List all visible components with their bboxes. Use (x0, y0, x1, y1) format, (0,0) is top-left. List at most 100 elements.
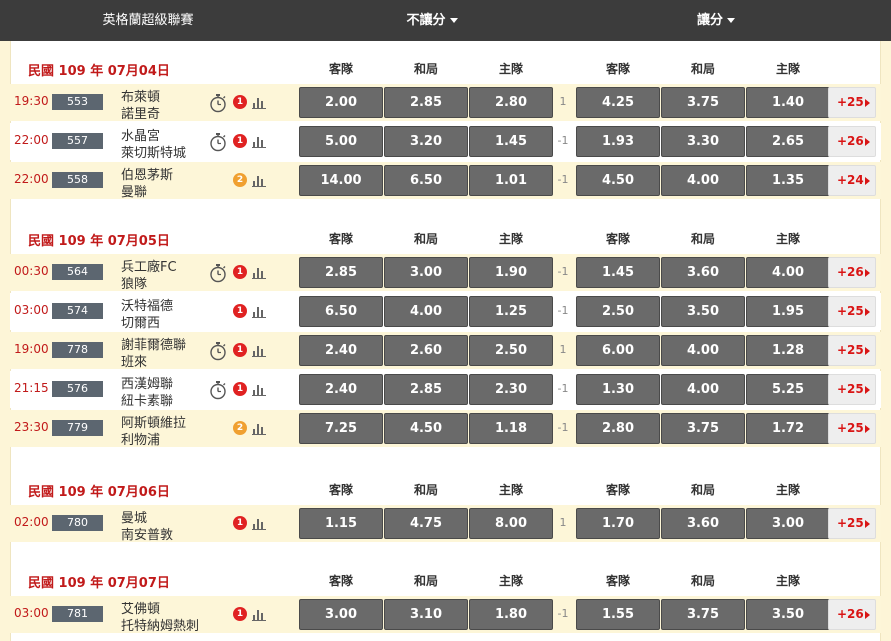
odds-away-button[interactable]: 3.00 (299, 599, 383, 630)
odds-home-button[interactable]: 1.80 (469, 599, 553, 630)
home-team-name[interactable]: 托特納姆熱刺 (121, 615, 199, 634)
handicap-away-button[interactable]: 4.25 (576, 87, 660, 118)
stopwatch-icon[interactable] (209, 263, 227, 283)
odds-draw-button[interactable]: 2.85 (384, 87, 468, 118)
no-handicap-tab[interactable]: 不讓分 (372, 0, 492, 41)
handicap-draw-button[interactable]: 3.75 (661, 599, 745, 630)
match-number[interactable]: 781 (52, 606, 103, 622)
stats-chart-icon[interactable] (251, 420, 267, 436)
match-number[interactable]: 778 (52, 342, 103, 358)
handicap-away-button[interactable]: 2.80 (576, 413, 660, 444)
handicap-away-button[interactable]: 1.93 (576, 126, 660, 157)
match-number[interactable]: 564 (52, 264, 103, 280)
stopwatch-icon[interactable] (209, 380, 227, 400)
handicap-draw-button[interactable]: 3.30 (661, 126, 745, 157)
stats-chart-icon[interactable] (251, 172, 267, 188)
stopwatch-icon[interactable] (209, 93, 227, 113)
handicap-draw-button[interactable]: 3.50 (661, 296, 745, 327)
handicap-home-button[interactable]: 1.35 (746, 165, 830, 196)
handicap-draw-button[interactable]: 3.75 (661, 413, 745, 444)
odds-away-button[interactable]: 2.00 (299, 87, 383, 118)
home-team-name[interactable]: 紐卡素聯 (121, 390, 173, 409)
odds-home-button[interactable]: 1.45 (469, 126, 553, 157)
odds-draw-button[interactable]: 2.85 (384, 374, 468, 405)
more-bets-button[interactable]: +26 (828, 257, 876, 288)
stats-chart-icon[interactable] (251, 94, 267, 110)
handicap-home-button[interactable]: 1.72 (746, 413, 830, 444)
more-bets-button[interactable]: +24 (828, 165, 876, 196)
odds-draw-button[interactable]: 4.00 (384, 296, 468, 327)
odds-away-button[interactable]: 2.40 (299, 335, 383, 366)
match-number[interactable]: 779 (52, 420, 103, 436)
match-number[interactable]: 574 (52, 303, 103, 319)
more-bets-button[interactable]: +25 (828, 87, 876, 118)
odds-away-button[interactable]: 2.85 (299, 257, 383, 288)
handicap-home-button[interactable]: 3.00 (746, 508, 830, 539)
handicap-home-button[interactable]: 1.40 (746, 87, 830, 118)
handicap-away-button[interactable]: 4.50 (576, 165, 660, 196)
handicap-home-button[interactable]: 5.25 (746, 374, 830, 405)
handicap-home-button[interactable]: 3.50 (746, 599, 830, 630)
odds-home-button[interactable]: 1.01 (469, 165, 553, 196)
stopwatch-icon[interactable] (209, 132, 227, 152)
handicap-away-button[interactable]: 6.00 (576, 335, 660, 366)
match-number[interactable]: 780 (52, 515, 103, 531)
stats-chart-icon[interactable] (251, 264, 267, 280)
odds-draw-button[interactable]: 6.50 (384, 165, 468, 196)
odds-away-button[interactable]: 1.15 (299, 508, 383, 539)
more-bets-button[interactable]: +25 (828, 296, 876, 327)
odds-draw-button[interactable]: 3.10 (384, 599, 468, 630)
odds-home-button[interactable]: 8.00 (469, 508, 553, 539)
odds-home-button[interactable]: 2.30 (469, 374, 553, 405)
handicap-draw-button[interactable]: 3.75 (661, 87, 745, 118)
home-team-name[interactable]: 狼隊 (121, 273, 147, 292)
home-team-name[interactable]: 班來 (121, 351, 147, 370)
match-number[interactable]: 557 (52, 133, 103, 149)
odds-home-button[interactable]: 1.25 (469, 296, 553, 327)
match-number[interactable]: 576 (52, 381, 103, 397)
stats-chart-icon[interactable] (251, 133, 267, 149)
odds-away-button[interactable]: 7.25 (299, 413, 383, 444)
odds-home-button[interactable]: 1.90 (469, 257, 553, 288)
more-bets-button[interactable]: +26 (828, 599, 876, 630)
handicap-away-button[interactable]: 1.30 (576, 374, 660, 405)
handicap-draw-button[interactable]: 4.00 (661, 335, 745, 366)
odds-home-button[interactable]: 1.18 (469, 413, 553, 444)
odds-home-button[interactable]: 2.80 (469, 87, 553, 118)
match-number[interactable]: 558 (52, 172, 103, 188)
handicap-draw-button[interactable]: 3.60 (661, 508, 745, 539)
handicap-draw-button[interactable]: 3.60 (661, 257, 745, 288)
odds-draw-button[interactable]: 3.00 (384, 257, 468, 288)
home-team-name[interactable]: 南安普敦 (121, 524, 173, 543)
handicap-away-button[interactable]: 1.70 (576, 508, 660, 539)
odds-draw-button[interactable]: 4.75 (384, 508, 468, 539)
odds-away-button[interactable]: 14.00 (299, 165, 383, 196)
handicap-tab[interactable]: 讓分 (656, 0, 776, 41)
match-number[interactable]: 553 (52, 94, 103, 110)
odds-draw-button[interactable]: 2.60 (384, 335, 468, 366)
handicap-draw-button[interactable]: 4.00 (661, 165, 745, 196)
stats-chart-icon[interactable] (251, 381, 267, 397)
odds-draw-button[interactable]: 3.20 (384, 126, 468, 157)
handicap-away-button[interactable]: 1.55 (576, 599, 660, 630)
handicap-home-button[interactable]: 1.28 (746, 335, 830, 366)
handicap-away-button[interactable]: 1.45 (576, 257, 660, 288)
stopwatch-icon[interactable] (209, 341, 227, 361)
home-team-name[interactable]: 萊切斯特城 (121, 142, 186, 161)
odds-home-button[interactable]: 2.50 (469, 335, 553, 366)
more-bets-button[interactable]: +25 (828, 413, 876, 444)
home-team-name[interactable]: 曼聯 (121, 181, 147, 200)
handicap-draw-button[interactable]: 4.00 (661, 374, 745, 405)
stats-chart-icon[interactable] (251, 342, 267, 358)
more-bets-button[interactable]: +25 (828, 374, 876, 405)
more-bets-button[interactable]: +25 (828, 508, 876, 539)
odds-away-button[interactable]: 5.00 (299, 126, 383, 157)
stats-chart-icon[interactable] (251, 606, 267, 622)
handicap-home-button[interactable]: 2.65 (746, 126, 830, 157)
handicap-away-button[interactable]: 2.50 (576, 296, 660, 327)
more-bets-button[interactable]: +25 (828, 335, 876, 366)
more-bets-button[interactable]: +26 (828, 126, 876, 157)
home-team-name[interactable]: 切爾西 (121, 312, 160, 331)
handicap-home-button[interactable]: 4.00 (746, 257, 830, 288)
home-team-name[interactable]: 利物浦 (121, 429, 160, 448)
